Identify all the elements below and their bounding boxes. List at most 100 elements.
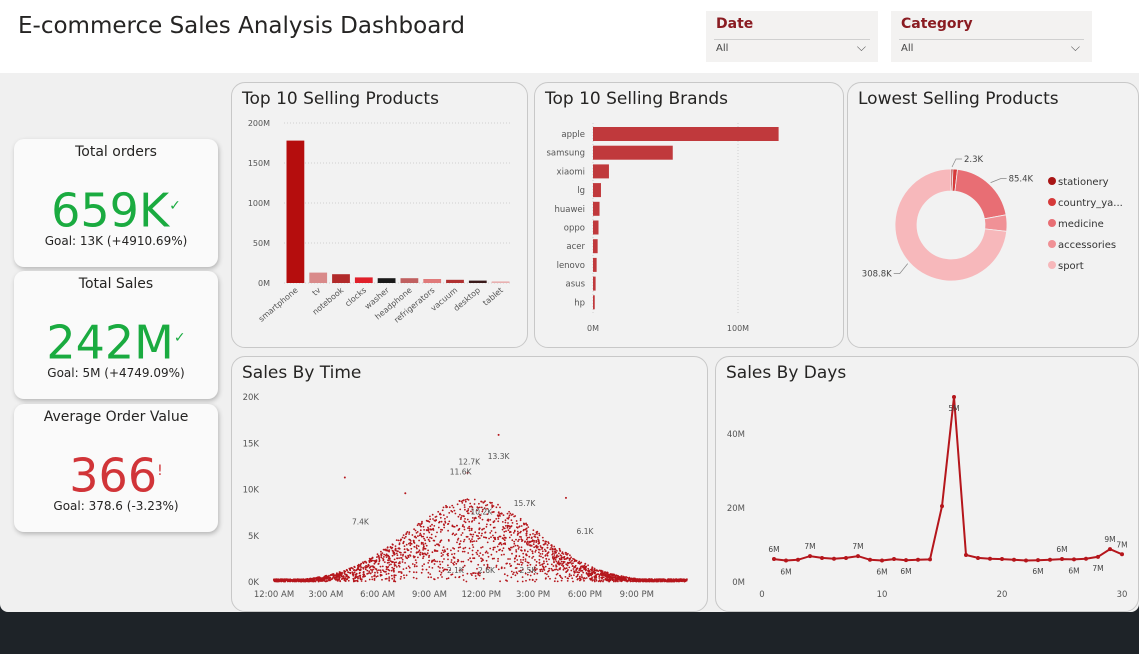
scatter-point xyxy=(465,580,468,583)
scatter-point xyxy=(300,579,302,582)
date-slicer-value[interactable]: All xyxy=(716,43,728,54)
scatter-point xyxy=(370,557,373,560)
scatter-point xyxy=(614,579,617,582)
scatter-point xyxy=(388,550,390,553)
scatter-point xyxy=(382,557,384,560)
scatter-point xyxy=(473,517,476,520)
scatter-point xyxy=(611,577,613,580)
scatter-point xyxy=(405,574,408,577)
scatter-point xyxy=(579,579,581,582)
scatter-point xyxy=(578,577,581,580)
sales-by-days-chart[interactable]: 0M20M40M0 10 20 306M6M7M 7M6M 6M5M6M6M 6M 7M9M7… xyxy=(716,357,1139,612)
scatter-point xyxy=(518,525,521,528)
chevron-down-icon[interactable]: ⌵ xyxy=(857,40,866,55)
scatter-point xyxy=(339,571,342,574)
scatter-point xyxy=(437,565,440,568)
scatter-point xyxy=(274,579,276,582)
top-products-card[interactable]: Top 10 Selling Products 0M 50M 100M 150M 200… xyxy=(231,82,528,348)
category-slicer-value[interactable]: All xyxy=(901,43,913,54)
scatter-point xyxy=(549,577,551,580)
scatter-point xyxy=(379,569,382,572)
scatter-point xyxy=(562,568,565,571)
scatter-point xyxy=(533,535,536,538)
scatter-point xyxy=(516,526,519,529)
scatter-point xyxy=(325,580,327,583)
scatter-point xyxy=(558,552,560,555)
sales-by-days-card[interactable]: Sales By Days 0M 20M 40M 0 10 20 30 6M 6M 7M 7M 6M 6… xyxy=(715,356,1139,612)
scatter-point xyxy=(561,577,564,580)
line-point xyxy=(808,554,812,559)
scatter-point xyxy=(443,558,445,560)
scatter-point xyxy=(568,573,571,576)
scatter-point xyxy=(493,526,496,529)
scatter-point xyxy=(369,566,372,568)
scatter-point xyxy=(508,510,510,513)
bar xyxy=(593,201,600,216)
legend-label: stationery xyxy=(1058,177,1109,188)
scatter-point xyxy=(427,562,430,564)
scatter-point xyxy=(337,573,340,575)
legend-marker xyxy=(1048,219,1056,227)
scatter-point xyxy=(376,575,379,577)
lowest-products-card[interactable]: Lowest Selling Products 2.3K 85.4K 308.8K s… xyxy=(847,82,1139,348)
data-label: 85.4K xyxy=(1009,175,1034,185)
data-label: 7M xyxy=(852,542,863,551)
scatter-point xyxy=(423,563,425,566)
kpi-total-sales[interactable]: Total Sales 242M✓ Goal: 5M (+4749.09%) xyxy=(14,271,218,399)
scatter-point xyxy=(371,559,374,562)
scatter-point xyxy=(390,574,393,577)
lowest-products-chart[interactable]: 2.3K 85.4K 308.8K stationery country_ya...me… xyxy=(848,83,1139,348)
top-brands-card[interactable]: Top 10 Selling Brands 0M 100M apple samsung… xyxy=(534,82,844,348)
scatter-point xyxy=(500,566,503,569)
top-brands-chart[interactable]: 0M 100M apple samsung xiaomi lg huawei oppo acer… xyxy=(535,83,844,348)
scatter-point xyxy=(513,542,516,545)
scatter-point xyxy=(503,536,506,539)
scatter-point xyxy=(485,559,488,562)
page-title: E-commerce Sales Analysis Dashboard xyxy=(18,13,465,39)
scatter-point xyxy=(450,549,452,552)
scatter-point xyxy=(673,578,676,581)
category-slicer[interactable]: Category All ⌵ xyxy=(891,11,1092,62)
scatter-point xyxy=(408,570,411,573)
scatter-point xyxy=(396,554,399,557)
scatter-point xyxy=(531,557,533,559)
scatter-point xyxy=(497,511,500,513)
scatter-point xyxy=(501,512,503,515)
scatter-point xyxy=(462,560,465,563)
scatter-point xyxy=(492,534,494,537)
scatter-point xyxy=(453,552,456,555)
scatter-point xyxy=(504,525,507,527)
scatter-point xyxy=(359,569,362,572)
scatter-point xyxy=(435,519,437,522)
scatter-point xyxy=(323,576,326,579)
date-slicer[interactable]: Date All ⌵ xyxy=(706,11,878,62)
scatter-point xyxy=(567,552,569,555)
scatter-point xyxy=(585,577,588,579)
kpi-total-orders[interactable]: Total orders 659K✓ Goal: 13K (+4910.69%) xyxy=(14,139,218,267)
scatter-point xyxy=(454,576,457,579)
scatter-point xyxy=(519,519,522,522)
scatter-point xyxy=(541,570,544,573)
scatter-point xyxy=(424,553,427,556)
chevron-down-icon[interactable]: ⌵ xyxy=(1071,40,1080,55)
sales-by-time-card[interactable]: Sales By Time 0K 5K 10K 15K 20K 12:00 AM 3:00 … xyxy=(231,356,708,612)
scatter-point xyxy=(529,544,532,547)
scatter-point xyxy=(588,570,591,573)
scatter-point xyxy=(362,575,365,578)
scatter-point xyxy=(463,564,466,567)
scatter-point xyxy=(667,580,670,583)
top-products-chart[interactable]: 0M50M100M150M200Msmartphone tvnotebookclo… xyxy=(232,83,528,348)
scatter-point xyxy=(475,551,478,554)
line-point xyxy=(940,504,944,509)
scatter-point xyxy=(533,541,535,543)
scatter-point xyxy=(471,535,474,538)
kpi-average-order-value[interactable]: Average Order Value 366! Goal: 378.6 (-3… xyxy=(14,404,218,532)
scatter-point xyxy=(438,521,440,524)
scatter-point xyxy=(437,577,439,579)
scatter-point xyxy=(565,553,567,555)
scatter-point xyxy=(583,579,585,582)
scatter-point xyxy=(421,522,423,524)
sales-by-time-chart[interactable]: 0K 5K 10K 15K 20K 12:00 AM 3:00 AM 6:00 AM 9:00 … xyxy=(232,357,708,612)
scatter-point xyxy=(471,538,473,540)
scatter-point xyxy=(527,526,530,528)
